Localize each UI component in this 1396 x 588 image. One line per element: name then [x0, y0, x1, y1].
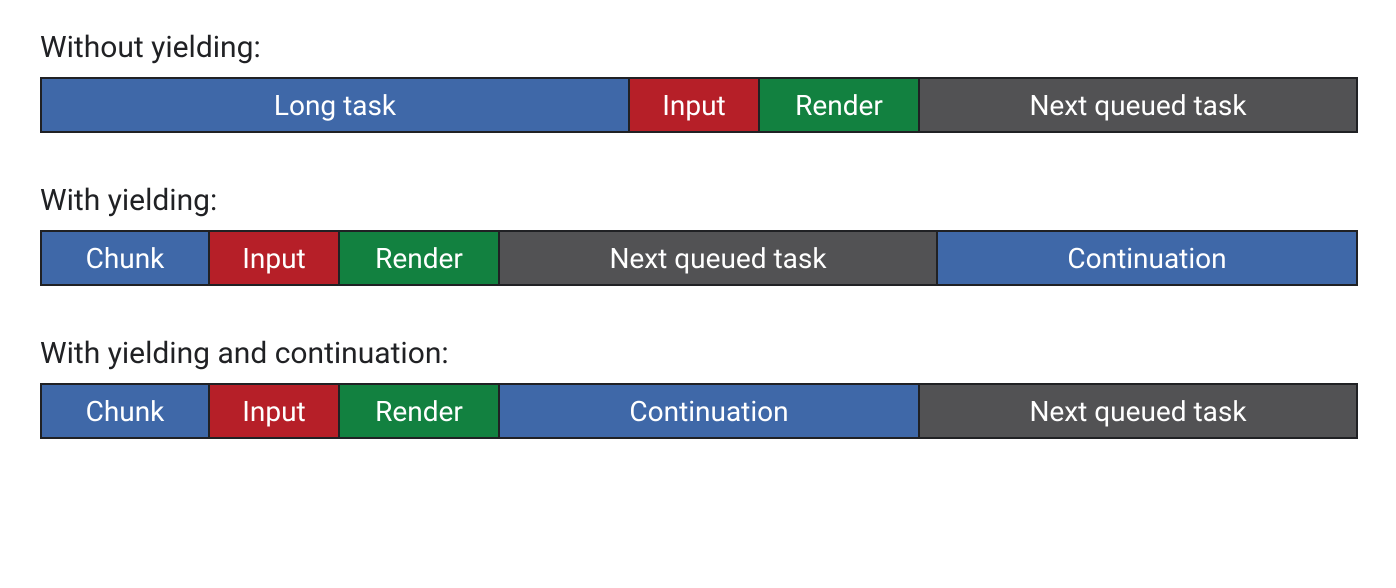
section-without-yielding: Without yielding: Long task Input Render…: [40, 30, 1356, 133]
timeline-with-yielding: Chunk Input Render Next queued task Cont…: [40, 230, 1356, 286]
section-title: Without yielding:: [40, 30, 1356, 65]
block-continuation: Continuation: [938, 230, 1358, 286]
timeline-without-yielding: Long task Input Render Next queued task: [40, 77, 1356, 133]
section-title: With yielding:: [40, 183, 1356, 218]
block-input: Input: [210, 383, 340, 439]
section-with-yielding-continuation: With yielding and continuation: Chunk In…: [40, 336, 1356, 439]
block-render: Render: [340, 230, 500, 286]
block-continuation: Continuation: [500, 383, 920, 439]
section-title: With yielding and continuation:: [40, 336, 1356, 371]
block-next-queued-task: Next queued task: [920, 383, 1358, 439]
block-render: Render: [340, 383, 500, 439]
timeline-with-yielding-continuation: Chunk Input Render Continuation Next que…: [40, 383, 1356, 439]
block-next-queued-task: Next queued task: [500, 230, 938, 286]
block-chunk: Chunk: [40, 383, 210, 439]
block-chunk: Chunk: [40, 230, 210, 286]
section-with-yielding: With yielding: Chunk Input Render Next q…: [40, 183, 1356, 286]
block-input: Input: [210, 230, 340, 286]
block-render: Render: [760, 77, 920, 133]
block-next-queued-task: Next queued task: [920, 77, 1358, 133]
block-input: Input: [630, 77, 760, 133]
block-long-task: Long task: [40, 77, 630, 133]
